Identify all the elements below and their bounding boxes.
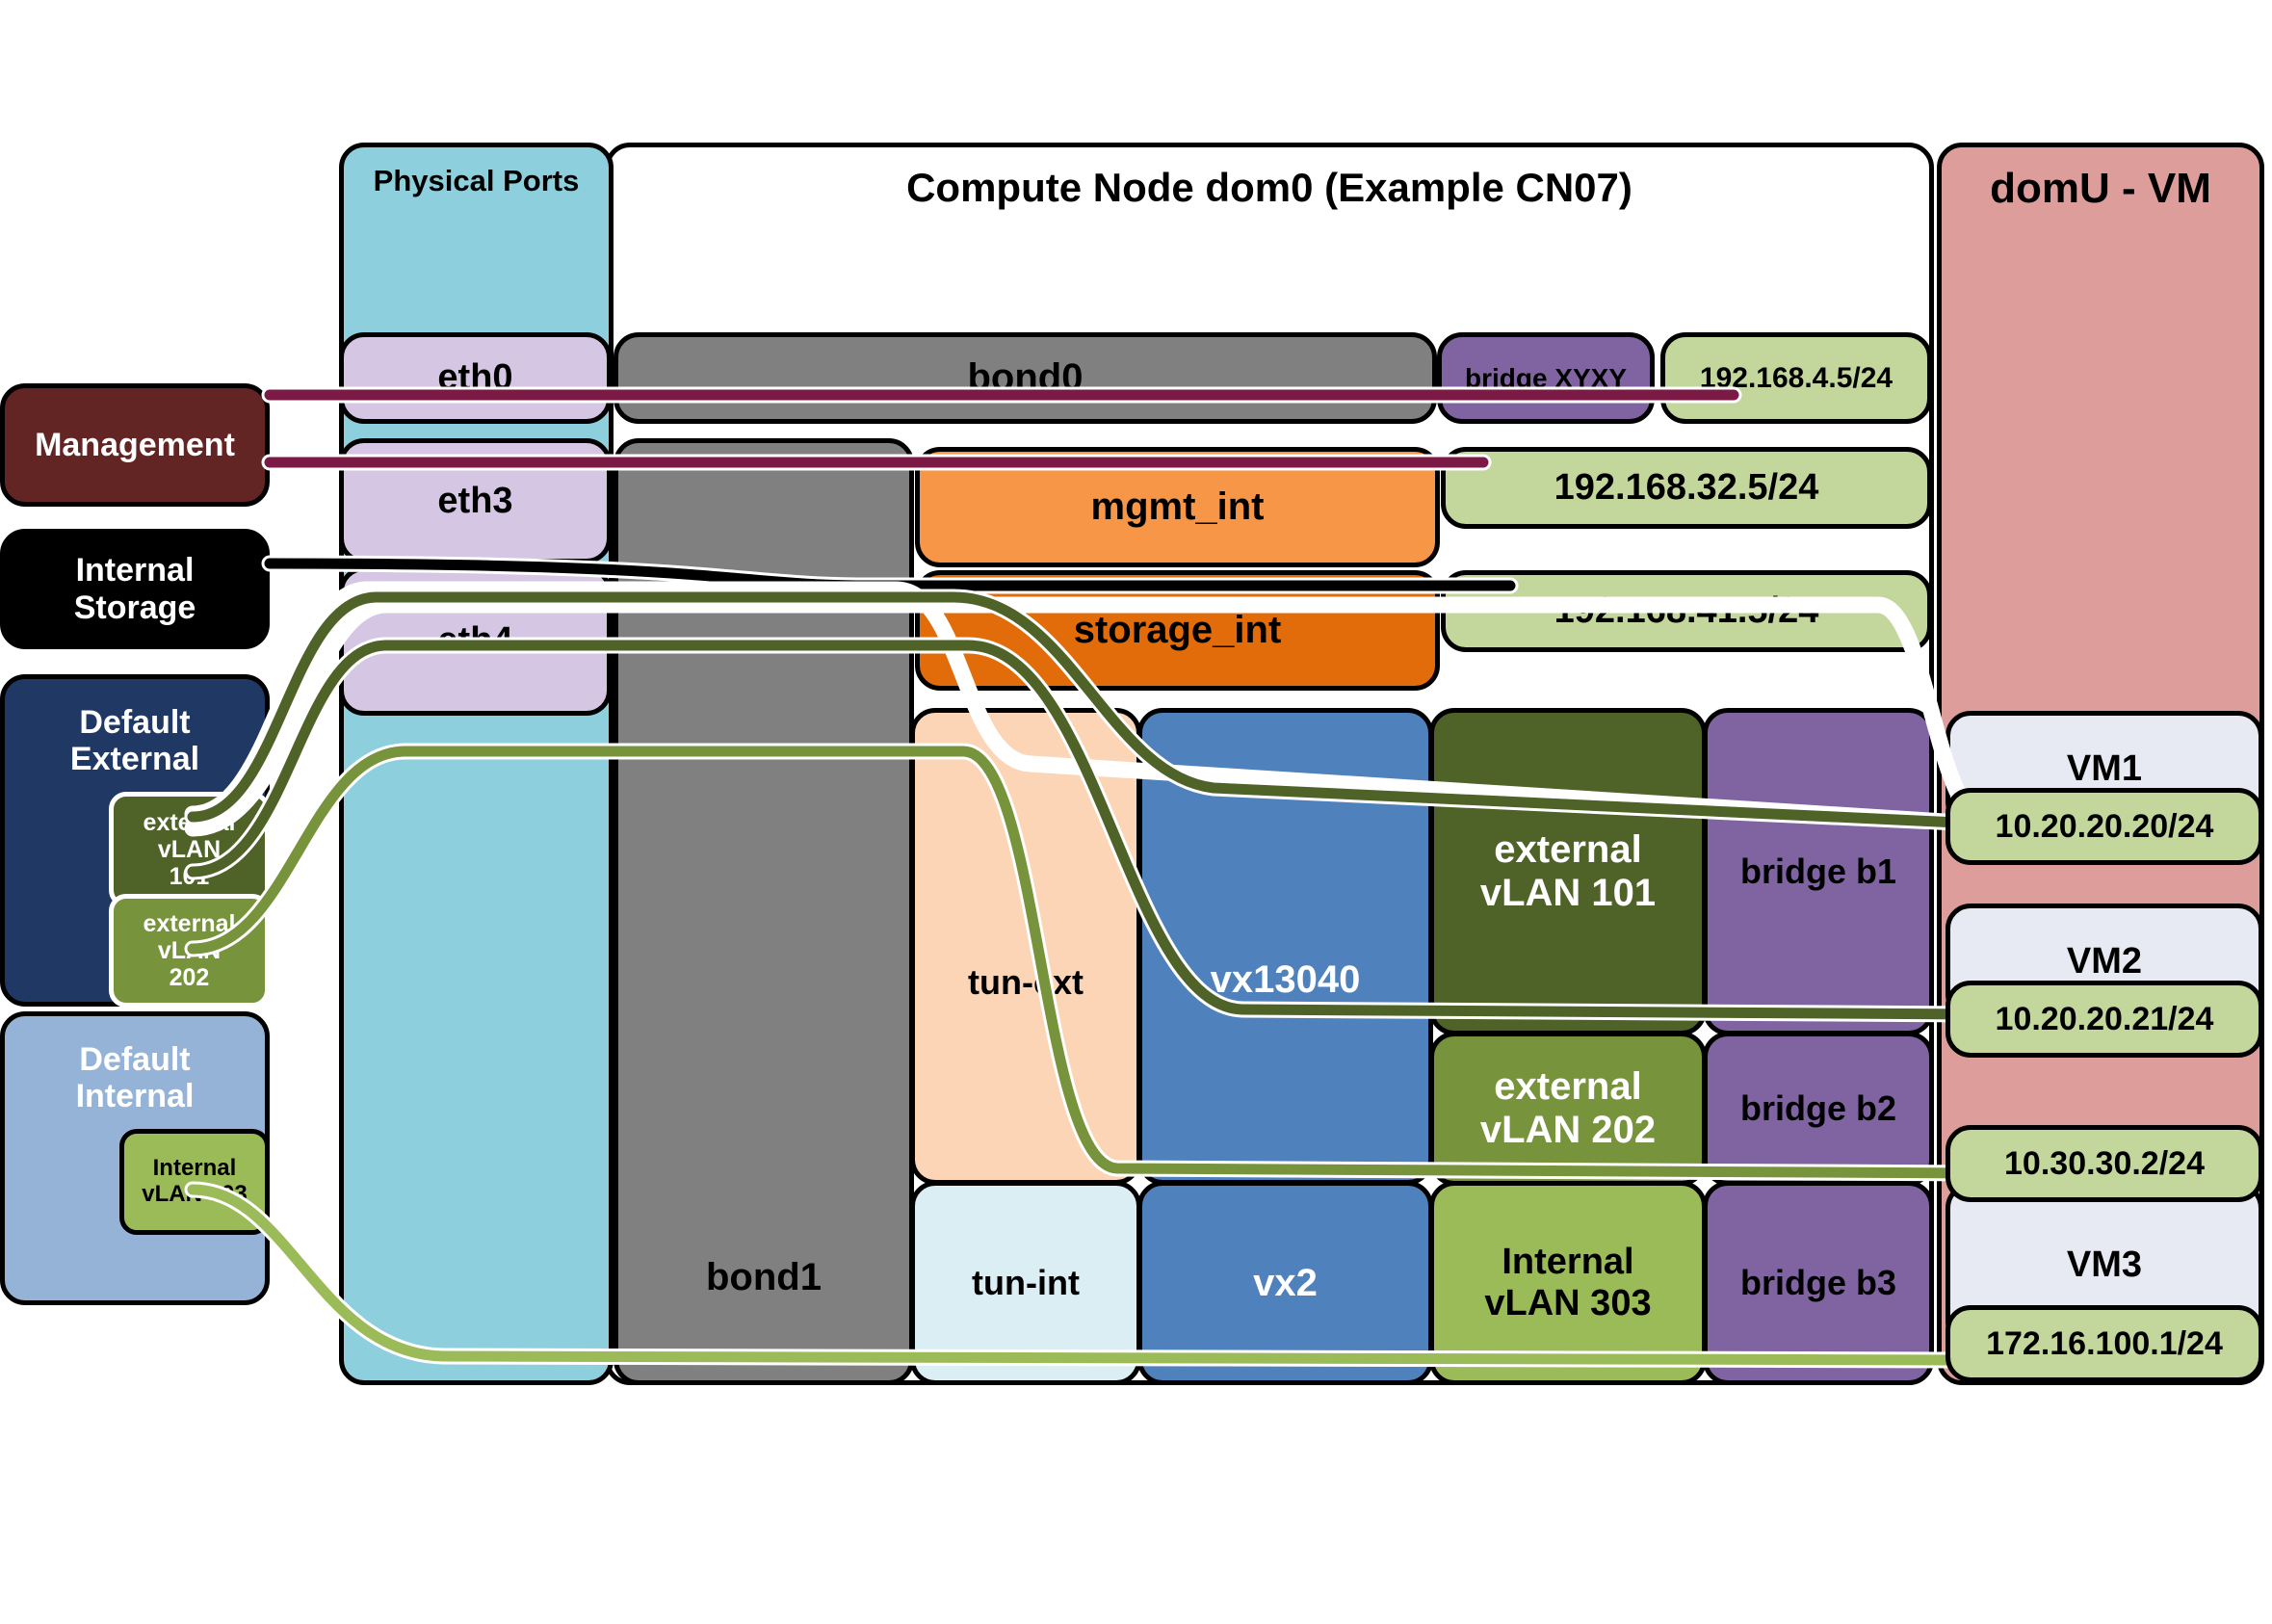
- vm1-address[interactable]: 10.20.20.20/24: [1946, 788, 2263, 865]
- vm2-address-label: 10.20.20.21/24: [1995, 1000, 2214, 1037]
- wire-vlan101-vm2: [187, 640, 1985, 1020]
- vm3-address-top-label: 10.30.30.2/24: [2004, 1144, 2205, 1182]
- wire-vlan303-vm3: [187, 1184, 1985, 1366]
- vm2-address[interactable]: 10.20.20.21/24: [1946, 981, 2263, 1058]
- vm3-address-bottom[interactable]: 172.16.100.1/24: [1946, 1305, 2263, 1382]
- vm3-address-top[interactable]: 10.30.30.2/24: [1946, 1125, 2263, 1202]
- connection-wires: .halo{fill:none;stroke:#ffffff;stroke-wi…: [184, 386, 1993, 1369]
- network-diagram: Compute Node dom0 (Example CN07) domU - …: [0, 0, 2272, 1624]
- vm3-address-bottom-label: 172.16.100.1/24: [1986, 1324, 2223, 1362]
- vm1-address-label: 10.20.20.20/24: [1995, 807, 2214, 845]
- wire-vlan101-vm1: [187, 591, 1985, 829]
